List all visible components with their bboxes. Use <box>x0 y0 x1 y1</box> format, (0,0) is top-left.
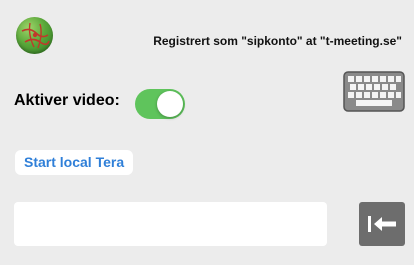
registration-status: Registrert som "sipkonto" at "t-meeting.… <box>153 34 402 48</box>
video-toggle[interactable] <box>135 89 185 119</box>
backspace-arrow-icon <box>368 216 396 232</box>
toggle-knob <box>157 91 183 117</box>
backspace-button[interactable] <box>359 202 405 246</box>
start-local-tera-button[interactable]: Start local Tera <box>15 150 134 175</box>
keyboard-icon[interactable] <box>343 71 405 112</box>
video-label: Aktiver video: <box>14 92 120 109</box>
dial-input[interactable] <box>14 202 327 246</box>
globe-logo-icon <box>16 17 53 54</box>
